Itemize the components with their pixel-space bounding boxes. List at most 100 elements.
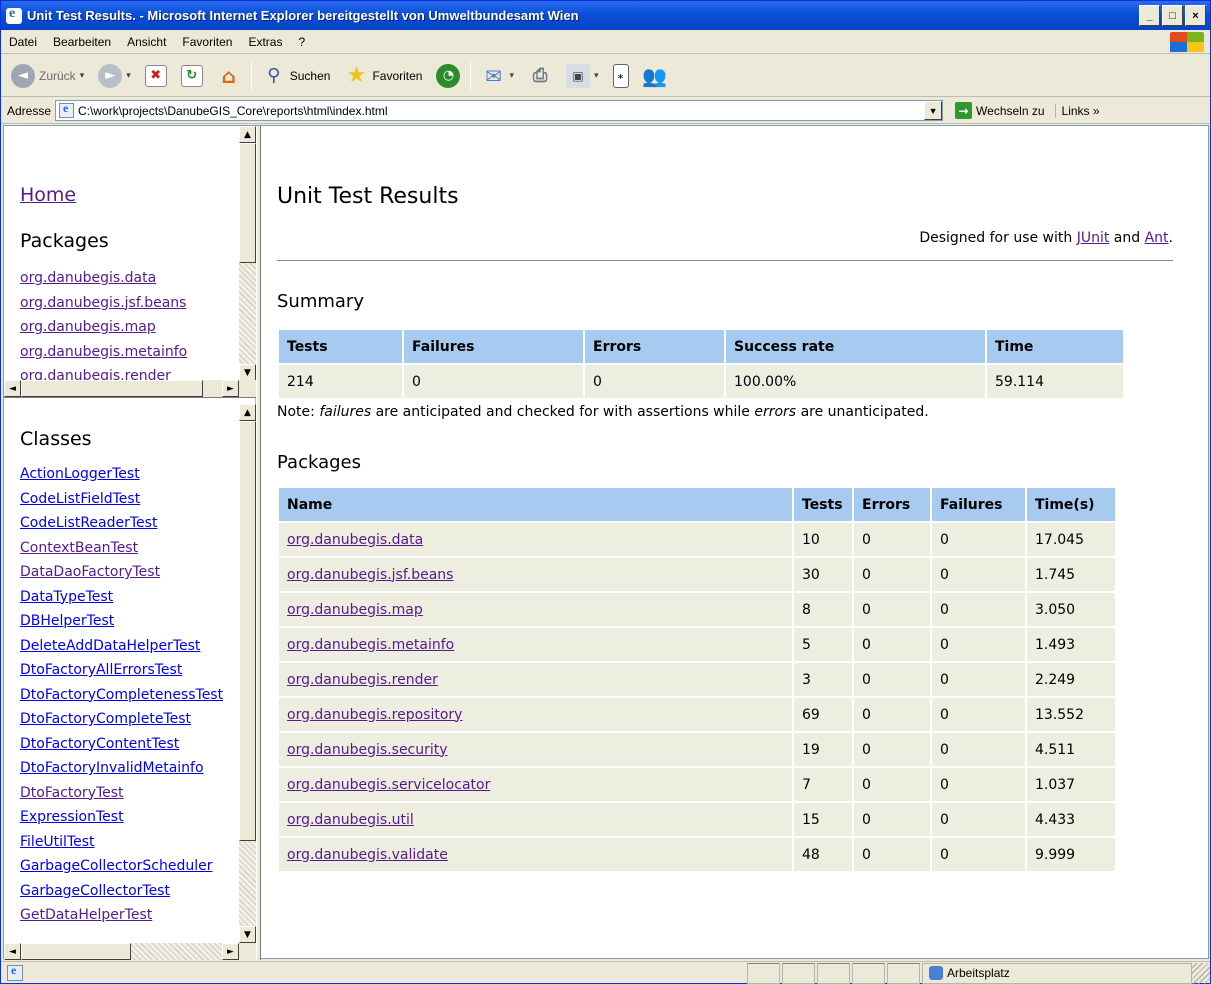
maximize-button[interactable]: □	[1162, 5, 1183, 26]
messenger-button[interactable]: 👥	[639, 59, 671, 93]
stop-button[interactable]: ✖	[141, 59, 171, 93]
note-errors: errors	[754, 404, 797, 420]
scroll-down-button[interactable]: ▼	[239, 926, 256, 943]
minimize-button[interactable]: _	[1139, 5, 1160, 26]
table-row: org.danubegis.security 19 0 0 4.511	[279, 733, 1115, 766]
table-cell: org.danubegis.repository	[279, 698, 792, 731]
class-link[interactable]: DeleteAddDataHelperTest	[20, 634, 233, 659]
classes-vertical-scrollbar[interactable]: ▲ ▼	[239, 404, 256, 943]
chevron-down-icon[interactable]: ▾	[594, 70, 599, 81]
scroll-track[interactable]	[239, 841, 256, 926]
package-link[interactable]: org.danubegis.util	[287, 812, 414, 828]
package-link[interactable]: org.danubegis.metainfo	[287, 637, 454, 653]
media-button[interactable]: ◔	[432, 59, 464, 93]
class-link[interactable]: DataDaoFactoryTest	[20, 560, 233, 585]
mail-button[interactable]: ✉ ▾	[477, 59, 518, 93]
address-dropdown-button[interactable]: ▼	[924, 101, 943, 120]
print-button[interactable]: ⎙	[524, 59, 556, 93]
back-label: Zurück	[39, 68, 76, 83]
frame-splitter[interactable]	[256, 126, 261, 960]
menu-ansicht[interactable]: Ansicht	[119, 35, 174, 49]
class-link[interactable]: CodeListFieldTest	[20, 487, 233, 512]
class-link[interactable]: ExpressionTest	[20, 805, 233, 830]
table-cell: 0	[404, 365, 583, 398]
class-link[interactable]: CodeListReaderTest	[20, 511, 233, 536]
class-link[interactable]: DtoFactoryInvalidMetainfo	[20, 756, 233, 781]
package-link[interactable]: org.danubegis.map	[287, 602, 423, 618]
menu-help[interactable]: ?	[290, 35, 313, 49]
scroll-left-button[interactable]: ◄	[4, 943, 21, 960]
table-cell: 3.050	[1027, 593, 1115, 626]
package-link[interactable]: org.danubegis.data	[287, 532, 423, 548]
package-link[interactable]: org.danubegis.data	[20, 266, 187, 291]
package-link[interactable]: org.danubegis.map	[20, 315, 187, 340]
search-button[interactable]: ⚲ Suchen	[258, 59, 335, 93]
chevron-down-icon[interactable]: ▾	[509, 70, 514, 81]
scroll-right-button[interactable]: ►	[222, 380, 239, 397]
table-cell: 214	[279, 365, 402, 398]
scroll-thumb[interactable]	[239, 143, 256, 263]
class-link[interactable]: ContextBeanTest	[20, 536, 233, 561]
packages-vertical-scrollbar[interactable]: ▲ ▼	[239, 126, 256, 381]
package-link[interactable]: org.danubegis.repository	[287, 707, 462, 723]
class-link[interactable]: GetDataHelperTest	[20, 903, 233, 928]
class-link[interactable]: ActionLoggerTest	[20, 462, 233, 487]
menu-favoriten[interactable]: Favoriten	[174, 35, 240, 49]
scroll-right-button[interactable]: ►	[222, 943, 239, 960]
forward-button[interactable]: ► ▾	[94, 59, 135, 93]
refresh-button[interactable]: ↻	[177, 59, 207, 93]
favorites-button[interactable]: ★ Favoriten	[340, 59, 426, 93]
scroll-up-button[interactable]: ▲	[239, 126, 256, 143]
packages-horizontal-scrollbar[interactable]: ◄ ►	[4, 380, 239, 397]
class-link[interactable]: GarbageCollectorScheduler	[20, 854, 233, 879]
classes-horizontal-scrollbar[interactable]: ◄ ►	[4, 943, 239, 960]
class-link[interactable]: FileUtilTest	[20, 830, 233, 855]
class-link[interactable]: GarbageCollectorTest	[20, 879, 233, 904]
package-link[interactable]: org.danubegis.validate	[287, 847, 448, 863]
scroll-thumb[interactable]	[21, 380, 203, 397]
menu-bar: Datei Bearbeiten Ansicht Favoriten Extra…	[1, 30, 1210, 54]
class-link[interactable]: DBHelperTest	[20, 609, 233, 634]
scroll-left-button[interactable]: ◄	[4, 380, 21, 397]
home-link[interactable]: Home	[20, 184, 76, 206]
research-button[interactable]: ⁎	[609, 59, 633, 93]
chevron-down-icon[interactable]: ▾	[126, 70, 131, 81]
class-link[interactable]: DtoFactoryContentTest	[20, 732, 233, 757]
edit-button[interactable]: ▣ ▾	[562, 59, 603, 93]
resize-grip[interactable]	[1192, 962, 1210, 984]
back-button[interactable]: ◄ Zurück ▾	[7, 59, 88, 93]
menu-bearbeiten[interactable]: Bearbeiten	[45, 35, 119, 49]
chevron-down-icon[interactable]: ▾	[80, 70, 85, 81]
menu-extras[interactable]: Extras	[240, 35, 290, 49]
scroll-thumb[interactable]	[239, 421, 256, 841]
class-link[interactable]: DtoFactoryCompleteTest	[20, 707, 233, 732]
close-button[interactable]: ×	[1185, 5, 1206, 26]
class-link[interactable]: DtoFactoryTest	[20, 781, 233, 806]
mail-icon: ✉	[485, 63, 502, 88]
page-content: Home Packages org.danubegis.data org.dan…	[3, 125, 1209, 960]
scroll-thumb[interactable]	[21, 943, 131, 960]
package-link[interactable]: org.danubegis.metainfo	[20, 340, 187, 365]
scroll-track[interactable]	[131, 943, 222, 960]
ant-link[interactable]: Ant	[1145, 230, 1169, 246]
class-link[interactable]: DtoFactoryAllErrorsTest	[20, 658, 233, 683]
go-button[interactable]: → Wechseln zu	[949, 102, 1050, 119]
package-link[interactable]: org.danubegis.jsf.beans	[287, 567, 453, 583]
junit-link[interactable]: JUnit	[1077, 230, 1110, 246]
home-button[interactable]: ⌂	[213, 59, 245, 93]
address-input[interactable]: C:\work\projects\DanubeGIS_Core\reports\…	[55, 100, 944, 121]
package-link[interactable]: org.danubegis.jsf.beans	[20, 291, 187, 316]
package-link[interactable]: org.danubegis.security	[287, 742, 448, 758]
scroll-down-button[interactable]: ▼	[239, 364, 256, 381]
title-bar[interactable]: Unit Test Results. - Microsoft Internet …	[1, 1, 1210, 30]
class-link[interactable]: DtoFactoryCompletenessTest	[20, 683, 233, 708]
toolbar: ◄ Zurück ▾ ► ▾ ✖ ↻ ⌂ ⚲ Suchen ★ Favorite…	[1, 55, 1210, 363]
scroll-track[interactable]	[239, 263, 256, 364]
class-link[interactable]: DataTypeTest	[20, 585, 233, 610]
package-link[interactable]: org.danubegis.render	[287, 672, 438, 688]
note-failures: failures	[319, 404, 372, 420]
links-button[interactable]: Links »	[1054, 103, 1100, 118]
package-link[interactable]: org.danubegis.servicelocator	[287, 777, 490, 793]
menu-datei[interactable]: Datei	[1, 35, 45, 49]
scroll-up-button[interactable]: ▲	[239, 404, 256, 421]
